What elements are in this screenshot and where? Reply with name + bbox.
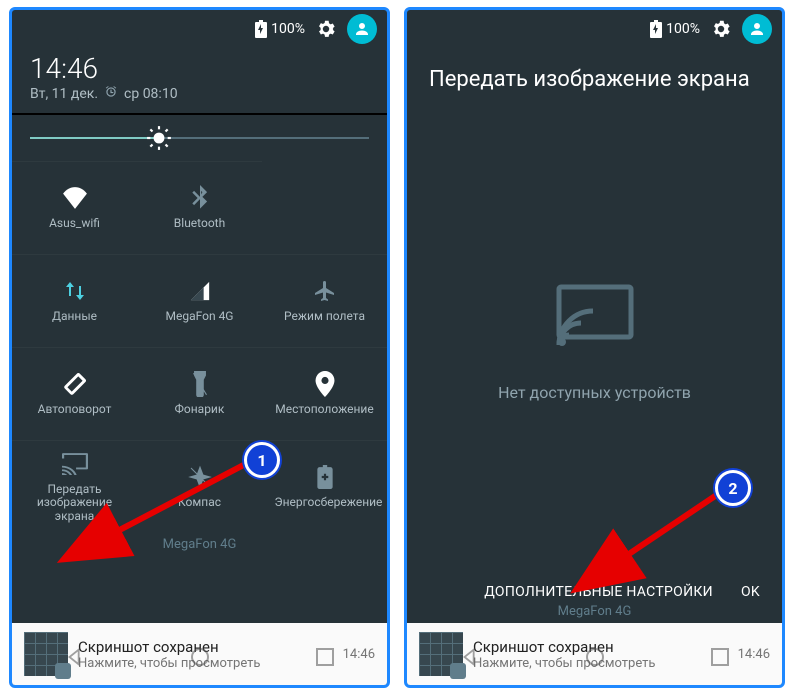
- quick-settings-panel: 100% 14:46 Вт, 11 дек. ср 08:10: [9, 7, 390, 688]
- flashlight-icon: [187, 371, 213, 397]
- cast-dialog-panel: 100% Передать изображение экрана Нет дос…: [404, 7, 785, 688]
- notification-subtitle: Нажмите, чтобы просмотреть: [78, 656, 333, 671]
- status-bar: 100%: [407, 10, 782, 48]
- tile-flashlight[interactable]: Фонарик: [137, 347, 262, 440]
- battery-percent: 100%: [271, 21, 305, 37]
- settings-gear-icon[interactable]: [315, 18, 337, 40]
- tile-label: Фонарик: [175, 403, 225, 416]
- tile-label: Данные: [52, 310, 97, 323]
- tile-label: Bluetooth: [174, 217, 225, 230]
- bluetooth-icon: [187, 185, 213, 211]
- cast-more-settings-button[interactable]: ДОПОЛНИТЕЛЬНЫЕ НАСТРОЙКИ: [484, 584, 713, 600]
- tile-signal[interactable]: MegaFon 4G: [137, 254, 262, 347]
- notification-title: Скриншот сохранен: [78, 638, 333, 656]
- cast-empty-text: Нет доступных устройств: [498, 383, 691, 402]
- tile-label: Автоповорот: [38, 403, 112, 416]
- tile-label: Asus_wifi: [49, 217, 100, 230]
- tile-data[interactable]: Данные: [12, 254, 137, 347]
- notification-subtitle: Нажмите, чтобы просмотреть: [473, 656, 728, 671]
- cast-icon: [62, 451, 88, 477]
- battery-charging-icon: [255, 20, 267, 38]
- status-bar: 100%: [12, 10, 387, 48]
- signal-icon: [187, 278, 213, 304]
- tile-airplane[interactable]: Режим полета: [262, 254, 387, 347]
- tile-wifi[interactable]: Asus_wifi: [12, 161, 137, 254]
- battery-charging-icon: [650, 20, 662, 38]
- clock-time: 14:46: [30, 52, 369, 85]
- clock-subtitle: Вт, 11 дек. ср 08:10: [30, 85, 369, 103]
- clock-date: Вт, 11 дек.: [30, 86, 98, 102]
- tile-label: MegaFon 4G: [166, 310, 234, 323]
- clock-area: 14:46 Вт, 11 дек. ср 08:10: [12, 48, 387, 113]
- tile-label: Режим полета: [284, 310, 365, 323]
- tile-rotate[interactable]: Автоповорот: [12, 347, 137, 440]
- tile-location[interactable]: Местоположение: [262, 347, 387, 440]
- notification[interactable]: Скриншот сохранен Нажмите, чтобы просмот…: [12, 623, 387, 685]
- cast-ok-button[interactable]: OK: [741, 584, 760, 600]
- battery-saver-icon: [312, 464, 338, 490]
- notification-thumbnail-icon: [24, 632, 68, 676]
- tile-bluetooth[interactable]: Bluetooth: [137, 161, 262, 254]
- cast-title: Передать изображение экрана: [407, 48, 782, 102]
- notification-thumbnail-icon: [419, 632, 463, 676]
- rotate-icon: [62, 371, 88, 397]
- alarm-icon: [104, 85, 118, 103]
- carrier-label: MegaFon 4G: [407, 600, 782, 623]
- wifi-icon: [62, 185, 88, 211]
- brightness-slider[interactable]: [12, 115, 387, 161]
- alarm-time: ср 08:10: [124, 86, 178, 102]
- settings-gear-icon[interactable]: [710, 18, 732, 40]
- annotation-badge-1: 1: [244, 442, 280, 478]
- brightness-thumb-icon[interactable]: [146, 125, 172, 151]
- notification-time: 14:46: [343, 647, 375, 662]
- data-arrows-icon: [62, 278, 88, 304]
- annotation-badge-2: 2: [715, 470, 751, 506]
- user-avatar-icon[interactable]: [742, 14, 772, 44]
- location-icon: [312, 371, 338, 397]
- battery-percent: 100%: [666, 21, 700, 37]
- battery-indicator: 100%: [650, 20, 700, 38]
- tile-label: Местоположение: [275, 403, 373, 416]
- tile-label: Энергосбережение: [275, 496, 375, 509]
- notification[interactable]: Скриншот сохранен Нажмите, чтобы просмот…: [407, 623, 782, 685]
- airplane-icon: [312, 278, 338, 304]
- battery-indicator: 100%: [255, 20, 305, 38]
- user-avatar-icon[interactable]: [347, 14, 377, 44]
- cast-large-icon: [555, 283, 635, 353]
- notification-title: Скриншот сохранен: [473, 638, 728, 656]
- notification-time: 14:46: [738, 647, 770, 662]
- tile-battery-saver[interactable]: Энергосбережение: [262, 440, 387, 533]
